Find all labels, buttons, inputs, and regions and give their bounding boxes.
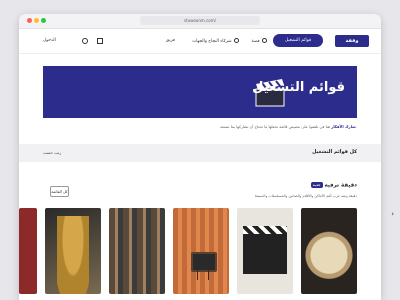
- browser-window: stuwoonm.com/ وقفة قوائم التشغيل فصة شرك…: [19, 14, 381, 300]
- login-link[interactable]: الدخول: [43, 38, 56, 43]
- hero-banner: قوائم التشغيل: [43, 66, 357, 118]
- playlist-thumbnail[interactable]: [301, 208, 357, 294]
- playlists-nav-button[interactable]: قوائم التشغيل: [273, 34, 323, 47]
- site-logo[interactable]: وقفة: [335, 35, 369, 47]
- playlist-thumbnail[interactable]: [19, 208, 37, 294]
- playlists-header-strip: كل قوائم التشغيل رتب حسب: [19, 144, 381, 162]
- nav-link-story[interactable]: فصة: [252, 38, 267, 44]
- section-title: جديد دقيقة ترفيه: [310, 182, 357, 189]
- top-navigation: وقفة قوائم التشغيل فصة شركاء النجاح والج…: [19, 29, 381, 54]
- tv-stand-image: [197, 270, 209, 280]
- close-window-dot[interactable]: [27, 18, 32, 23]
- handshake-icon: [234, 38, 239, 43]
- share-ideas-link[interactable]: شارك الأفكار: [331, 124, 356, 129]
- section-description: دقيقة ومنه غرب أهم الأماكن والأفلام والص…: [254, 194, 357, 198]
- maximize-window-dot[interactable]: [41, 18, 46, 23]
- address-bar[interactable]: stuwoonm.com/: [140, 16, 260, 25]
- banner-title: قوائم التشغيل: [252, 80, 345, 95]
- nav-link-label: فريق: [165, 38, 175, 43]
- title-bar: stuwoonm.com/: [19, 14, 381, 29]
- nav-link-team[interactable]: فريق: [166, 38, 175, 43]
- clapper-stripe-image: [243, 226, 287, 234]
- section-title-text: دقيقة ترفيه: [324, 182, 357, 189]
- television-image: [191, 252, 217, 272]
- page-description: شارك الأفكار هنا في تلقفوا على تنصيص قائ…: [220, 124, 357, 129]
- playlist-thumbnail[interactable]: [45, 208, 101, 294]
- playlist-thumbnail[interactable]: [237, 208, 293, 294]
- gold-figure-image: [57, 216, 89, 294]
- all-playlists-title: كل قوائم التشغيل: [312, 149, 357, 155]
- search-icon[interactable]: [82, 38, 88, 44]
- nav-link-label: فصة: [251, 39, 260, 44]
- new-badge: جديد: [310, 182, 323, 188]
- play-icon: [262, 38, 267, 43]
- carousel-arrow-icon[interactable]: ›: [391, 210, 394, 218]
- minimize-window-dot[interactable]: [34, 18, 39, 23]
- playlist-thumbnail[interactable]: [173, 208, 229, 294]
- grid-icon[interactable]: [97, 38, 103, 44]
- playlist-thumbnail[interactable]: [109, 208, 165, 294]
- clapperboard-image: [243, 234, 287, 274]
- nav-link-partners[interactable]: شركاء النجاح والجهات: [192, 38, 239, 44]
- view-all-button[interactable]: كل القائمة: [50, 186, 69, 197]
- sort-dropdown[interactable]: رتب حسب: [43, 150, 61, 155]
- nav-link-label: شركاء النجاح والجهات: [192, 39, 232, 44]
